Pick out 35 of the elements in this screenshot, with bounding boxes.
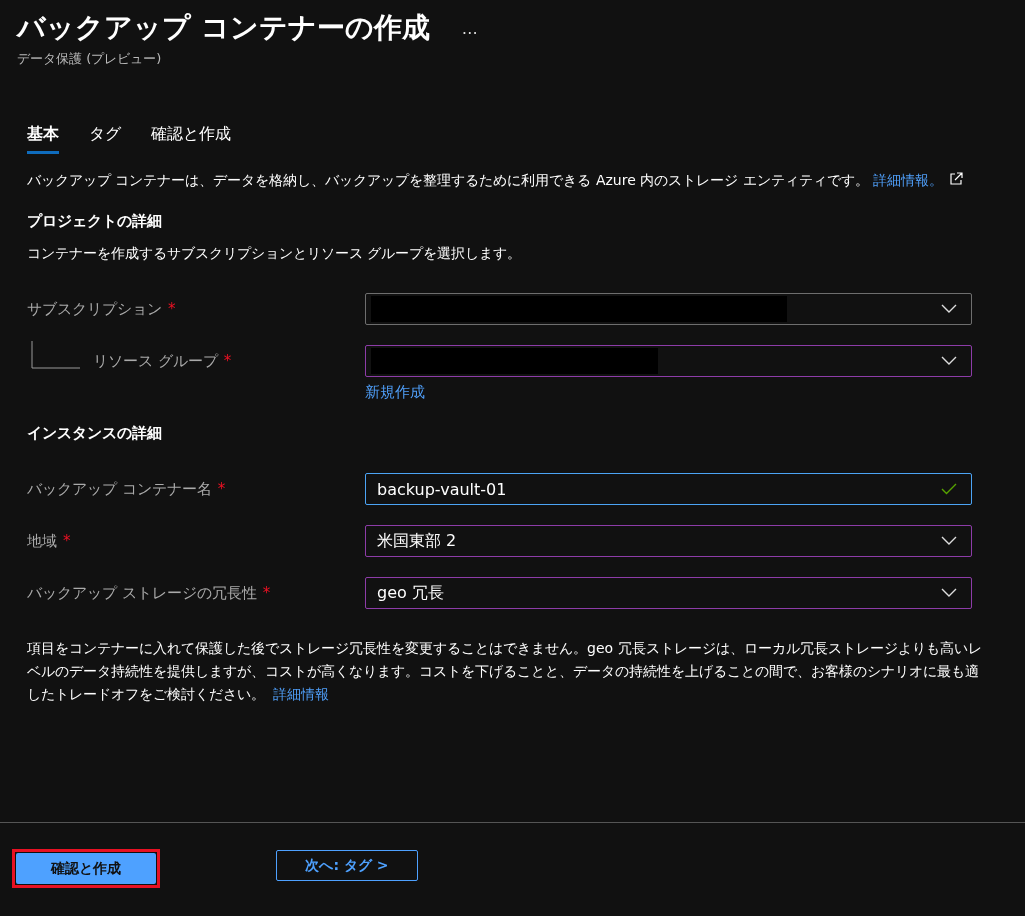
learn-more-link[interactable]: 詳細情報。 <box>872 172 943 188</box>
dropdown-field[interactable] <box>365 293 972 325</box>
section-heading: プロジェクトの詳細 <box>27 212 163 231</box>
field-label: 地域 <box>27 531 57 551</box>
text-input-field[interactable]: backup-vault-01 <box>365 473 972 505</box>
section-description: コンテナーを作成するサブスクリプションとリソース グループを選択します。 <box>27 245 523 263</box>
field-label: リソース グループ <box>93 351 218 371</box>
tab[interactable]: 基本 <box>27 120 59 154</box>
learn-more-link[interactable]: 詳細情報 <box>273 686 330 702</box>
field-label: バックアップ コンテナー名 <box>27 479 212 499</box>
page-subtitle: データ保護 (プレビュー) <box>17 50 163 68</box>
field-label: サブスクリプション <box>27 299 162 319</box>
tab[interactable]: タグ <box>89 120 121 154</box>
required-asterisk: * <box>63 532 71 550</box>
required-asterisk: * <box>262 584 271 602</box>
dropdown-field[interactable]: 米国東部 2 <box>365 525 972 557</box>
note-paragraph: 項目をコンテナーに入れて保護した後でストレージ冗長性を変更することはできません。geo 冗長ストレージは、ローカル冗長ストレージよりも高いレベルのデータ持続性を提供しますが、コストが高くなります。コストを下げることと、データの持続性を上げることの間で、お客様のシナリオに最も適したトレードオフをご検討ください。 詳細情報 <box>27 639 983 704</box>
field-label: バックアップ ストレージの冗長性 <box>27 583 257 603</box>
create-new-link[interactable]: 新規作成 <box>365 383 425 402</box>
dropdown-field[interactable] <box>365 345 972 377</box>
page-title: バックアップ コンテナーの作成 <box>17 10 430 46</box>
chevron-down-icon <box>941 304 957 314</box>
more-button[interactable]: … <box>461 18 478 38</box>
chevron-down-icon <box>941 356 957 366</box>
required-asterisk: * <box>217 480 226 498</box>
dropdown-field[interactable]: geo 冗長 <box>365 577 972 609</box>
required-asterisk: * <box>223 352 232 370</box>
chevron-down-icon <box>941 536 957 546</box>
review-create-button[interactable]: 確認と作成 <box>16 853 156 884</box>
next-button[interactable]: 次へ: タグ > <box>276 850 418 881</box>
required-asterisk: * <box>168 300 176 318</box>
tab[interactable]: 確認と作成 <box>151 120 231 154</box>
intro-paragraph: バックアップ コンテナーは、データを格納し、バックアップを整理するために利用できる Azure 内のストレージ エンティティです。 詳細情報。 <box>27 170 998 190</box>
section-heading: インスタンスの詳細 <box>27 424 163 443</box>
chevron-down-icon <box>941 588 957 598</box>
